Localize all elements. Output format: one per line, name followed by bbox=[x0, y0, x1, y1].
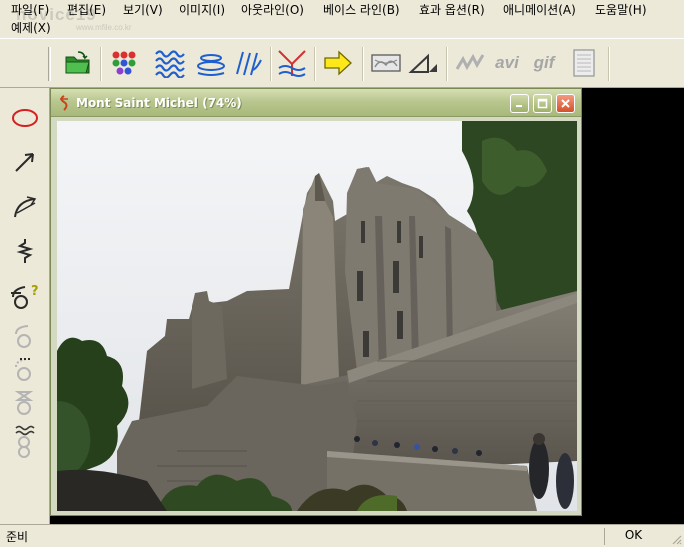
slanted-lines-icon bbox=[236, 51, 262, 76]
color-dots-icon bbox=[112, 51, 136, 75]
menu-outline[interactable]: 아웃라인(O) bbox=[240, 2, 305, 19]
document-icon bbox=[573, 49, 595, 77]
wave-disabled-icon bbox=[455, 53, 485, 71]
avi-button[interactable]: avi bbox=[489, 45, 525, 81]
menu-file[interactable]: 파일(F) bbox=[10, 2, 50, 19]
ellipse-tool-icon bbox=[12, 109, 38, 127]
shape-help-icon: ? bbox=[11, 284, 39, 309]
toolbar-separator bbox=[362, 47, 364, 81]
image-window-title: Mont Saint Michel (74%) bbox=[76, 96, 242, 110]
next-button[interactable] bbox=[320, 45, 356, 81]
app-logo-icon bbox=[60, 95, 68, 111]
triangle-button[interactable] bbox=[406, 45, 442, 81]
image-window-title-bar[interactable]: Mont Saint Michel (74%) bbox=[51, 89, 581, 117]
menu-help[interactable]: 도움말(H) bbox=[594, 2, 648, 19]
close-icon bbox=[561, 99, 570, 108]
wave-button[interactable] bbox=[152, 45, 188, 81]
close-button[interactable] bbox=[556, 94, 575, 113]
toolbar-separator bbox=[100, 47, 102, 81]
triangle-icon bbox=[408, 53, 437, 73]
svg-text:?: ? bbox=[31, 284, 39, 299]
wave-effect-button[interactable] bbox=[452, 45, 488, 81]
ellipse-lines-icon bbox=[197, 54, 225, 76]
menu-effect-options[interactable]: 효과 옵션(R) bbox=[418, 2, 486, 19]
minimize-button[interactable] bbox=[510, 94, 529, 113]
ellipse-lines-button[interactable] bbox=[193, 45, 229, 81]
shape-circle-button[interactable] bbox=[8, 319, 42, 353]
status-ok: OK bbox=[604, 528, 662, 545]
shape-hourglass-icon bbox=[14, 391, 34, 415]
shape-wave-circles-icon bbox=[15, 425, 35, 458]
maximize-button[interactable] bbox=[533, 94, 552, 113]
status-bar: 준비 OK bbox=[0, 524, 684, 547]
arrow-right-icon bbox=[324, 50, 352, 76]
open-folder-icon bbox=[65, 51, 90, 74]
menu-baseline[interactable]: 베이스 라인(B) bbox=[322, 2, 401, 19]
menu-examples[interactable]: 예제(X) bbox=[10, 20, 52, 37]
document-button[interactable] bbox=[566, 45, 602, 81]
gif-button[interactable]: gif bbox=[526, 45, 562, 81]
funnel-lines-icon bbox=[278, 50, 306, 77]
arc-tool-icon bbox=[14, 196, 37, 218]
toolbar: avi gif bbox=[0, 38, 684, 88]
arrow-tool-button[interactable] bbox=[8, 145, 42, 179]
toolbar-separator bbox=[608, 47, 610, 81]
shape-dots-icon bbox=[15, 358, 31, 381]
funnel-lines-button[interactable] bbox=[274, 45, 310, 81]
tool-panel: ? bbox=[0, 88, 50, 524]
ellipse-tool-button[interactable] bbox=[8, 101, 42, 135]
resize-grip-icon[interactable] bbox=[670, 533, 682, 545]
avi-icon: avi bbox=[495, 53, 519, 72]
image-window: Mont Saint Michel (74%) bbox=[50, 88, 582, 516]
image-frame-button[interactable] bbox=[368, 45, 404, 81]
menu-view[interactable]: 보기(V) bbox=[122, 2, 164, 19]
castle-photo bbox=[57, 121, 577, 511]
maximize-icon bbox=[537, 98, 548, 109]
shape-wave-circles-button[interactable] bbox=[8, 424, 42, 458]
zigzag-tool-icon bbox=[16, 239, 34, 263]
menu-edit[interactable]: 편집(E) bbox=[66, 2, 107, 19]
zigzag-tool-button[interactable] bbox=[8, 234, 42, 268]
open-button[interactable] bbox=[60, 45, 96, 81]
menu-animation[interactable]: 애니메이션(A) bbox=[502, 2, 577, 19]
toolbar-grip[interactable] bbox=[48, 47, 51, 81]
shape-help-button[interactable]: ? bbox=[8, 279, 42, 313]
workspace: Mont Saint Michel (74%) bbox=[50, 88, 684, 524]
arc-tool-button[interactable] bbox=[8, 190, 42, 224]
colors-button[interactable] bbox=[106, 45, 142, 81]
gif-icon: gif bbox=[533, 53, 555, 72]
shape-dots-button[interactable] bbox=[8, 352, 42, 386]
minimize-icon bbox=[516, 105, 522, 107]
toolbar-separator bbox=[314, 47, 316, 81]
watermark-url: www.mfile.co.kr bbox=[76, 23, 132, 32]
line-arrow-tool-icon bbox=[15, 153, 34, 172]
image-frame-icon bbox=[371, 54, 401, 72]
waves-icon bbox=[155, 50, 185, 78]
toolbar-separator bbox=[270, 47, 272, 81]
shape-hourglass-button[interactable] bbox=[8, 386, 42, 420]
menu-bar: novice19 www.mfile.co.kr 파일(F) 편집(E) 보기(… bbox=[0, 0, 684, 38]
shape-circle-icon bbox=[15, 325, 31, 348]
status-text: 준비 bbox=[6, 530, 29, 544]
menu-image[interactable]: 이미지(I) bbox=[178, 2, 226, 19]
toolbar-separator bbox=[446, 47, 448, 81]
slanted-lines-button[interactable] bbox=[230, 45, 266, 81]
